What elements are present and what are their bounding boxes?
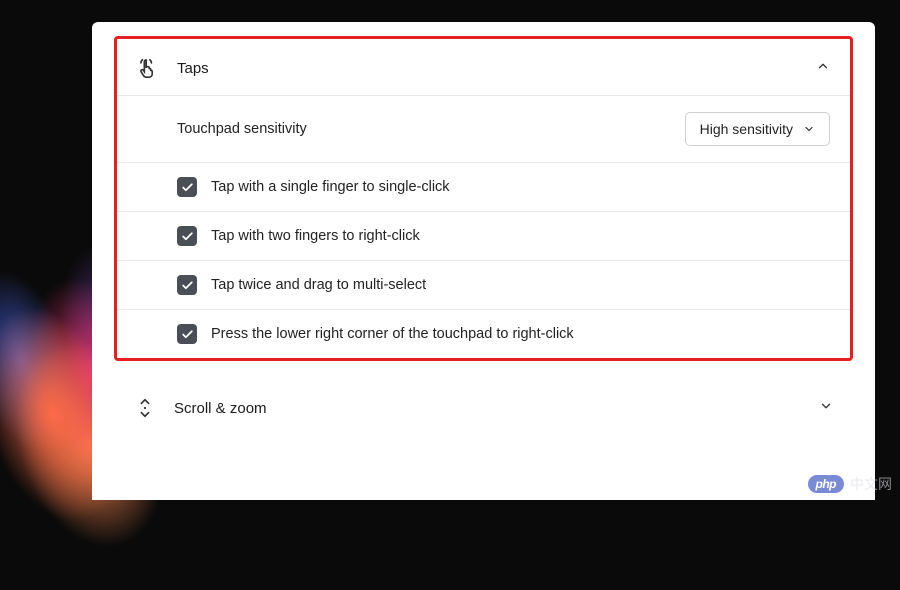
sensitivity-value: High sensitivity (700, 121, 793, 137)
label-tap-twice-drag: Tap twice and drag to multi-select (211, 277, 426, 293)
sensitivity-label: Touchpad sensitivity (177, 121, 685, 137)
check-icon (181, 328, 194, 341)
chevron-down-icon (819, 399, 833, 418)
checkbox-lower-right-corner[interactable] (177, 324, 197, 344)
scroll-zoom-icon (134, 397, 156, 419)
check-icon (181, 181, 194, 194)
check-icon (181, 230, 194, 243)
section-header-scroll-zoom[interactable]: Scroll & zoom (114, 379, 853, 437)
label-single-finger: Tap with a single finger to single-click (211, 179, 450, 195)
settings-panel: Taps Touchpad sensitivity High sensitivi… (92, 22, 875, 500)
section-taps: Taps Touchpad sensitivity High sensitivi… (114, 36, 853, 361)
tap-icon (137, 57, 159, 79)
checkbox-tap-twice-drag[interactable] (177, 275, 197, 295)
checkbox-two-fingers[interactable] (177, 226, 197, 246)
row-tap-two-fingers: Tap with two fingers to right-click (117, 212, 850, 261)
section-title-scroll-zoom: Scroll & zoom (174, 400, 819, 417)
row-lower-right-corner: Press the lower right corner of the touc… (117, 310, 850, 358)
row-touchpad-sensitivity: Touchpad sensitivity High sensitivity (117, 96, 850, 163)
row-tap-single-finger: Tap with a single finger to single-click (117, 163, 850, 212)
watermark: php 中文网 (808, 474, 893, 494)
check-icon (181, 279, 194, 292)
checkbox-single-finger[interactable] (177, 177, 197, 197)
section-title-taps: Taps (177, 60, 816, 77)
row-tap-twice-drag: Tap twice and drag to multi-select (117, 261, 850, 310)
label-lower-right-corner: Press the lower right corner of the touc… (211, 326, 574, 342)
watermark-text: 中文网 (850, 474, 892, 494)
chevron-down-icon (803, 123, 815, 135)
section-scroll-zoom: Scroll & zoom (114, 379, 853, 437)
section-header-taps[interactable]: Taps (117, 39, 850, 96)
sensitivity-dropdown[interactable]: High sensitivity (685, 112, 830, 146)
chevron-up-icon (816, 59, 830, 78)
watermark-pill: php (808, 475, 845, 493)
label-two-fingers: Tap with two fingers to right-click (211, 228, 420, 244)
